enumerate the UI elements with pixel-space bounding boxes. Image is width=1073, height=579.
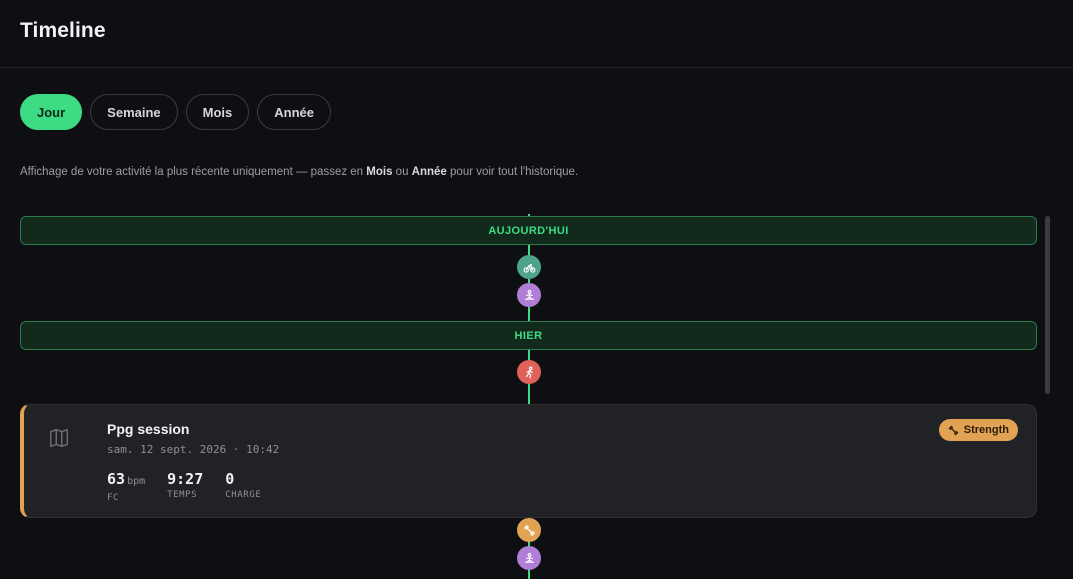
- day-separator-yesterday: HIER: [20, 321, 1037, 350]
- stat-duration: 9:27 TEMPS: [167, 470, 204, 500]
- run-icon: [525, 365, 533, 378]
- meditation-icon: [524, 552, 534, 563]
- activity-marker-meditation-2[interactable]: [517, 546, 541, 570]
- stat-load: 0 CHARGE: [225, 470, 262, 500]
- map-icon: [50, 429, 68, 447]
- activity-marker-meditation[interactable]: [517, 283, 541, 307]
- activity-date: sam. 12 sept. 2026 · 10:42: [107, 443, 280, 456]
- dumbbell-icon: [948, 425, 959, 435]
- day-separator-today: AUJOURD'HUI: [20, 216, 1037, 245]
- activity-title: Ppg session: [107, 421, 190, 437]
- header: Timeline: [0, 0, 1073, 68]
- activity-stats: 63 bpm FC 9:27 TEMPS 0 CHARGE: [107, 470, 283, 503]
- activity-marker-run[interactable]: [517, 360, 541, 384]
- dumbbell-icon: [523, 524, 535, 536]
- page-title: Timeline: [20, 19, 106, 42]
- period-filter: Jour Semaine Mois Année: [20, 94, 332, 130]
- stat-heart-rate: 63 bpm FC: [107, 470, 146, 503]
- activity-card[interactable]: Ppg session sam. 12 sept. 2026 · 10:42 6…: [20, 404, 1037, 518]
- activity-marker-strength[interactable]: [517, 518, 541, 542]
- meditation-icon: [524, 289, 534, 300]
- scrollbar-thumb[interactable]: [1045, 216, 1050, 394]
- filter-day-button[interactable]: Jour: [20, 94, 83, 130]
- activity-type-badge: Strength: [938, 419, 1018, 441]
- history-hint: Affichage de votre activité la plus réce…: [20, 166, 579, 178]
- filter-week-button[interactable]: Semaine: [90, 94, 178, 130]
- activity-marker-bike[interactable]: [517, 255, 541, 279]
- filter-month-button[interactable]: Mois: [185, 94, 250, 130]
- filter-year-button[interactable]: Année: [257, 94, 332, 130]
- bike-icon: [523, 263, 535, 273]
